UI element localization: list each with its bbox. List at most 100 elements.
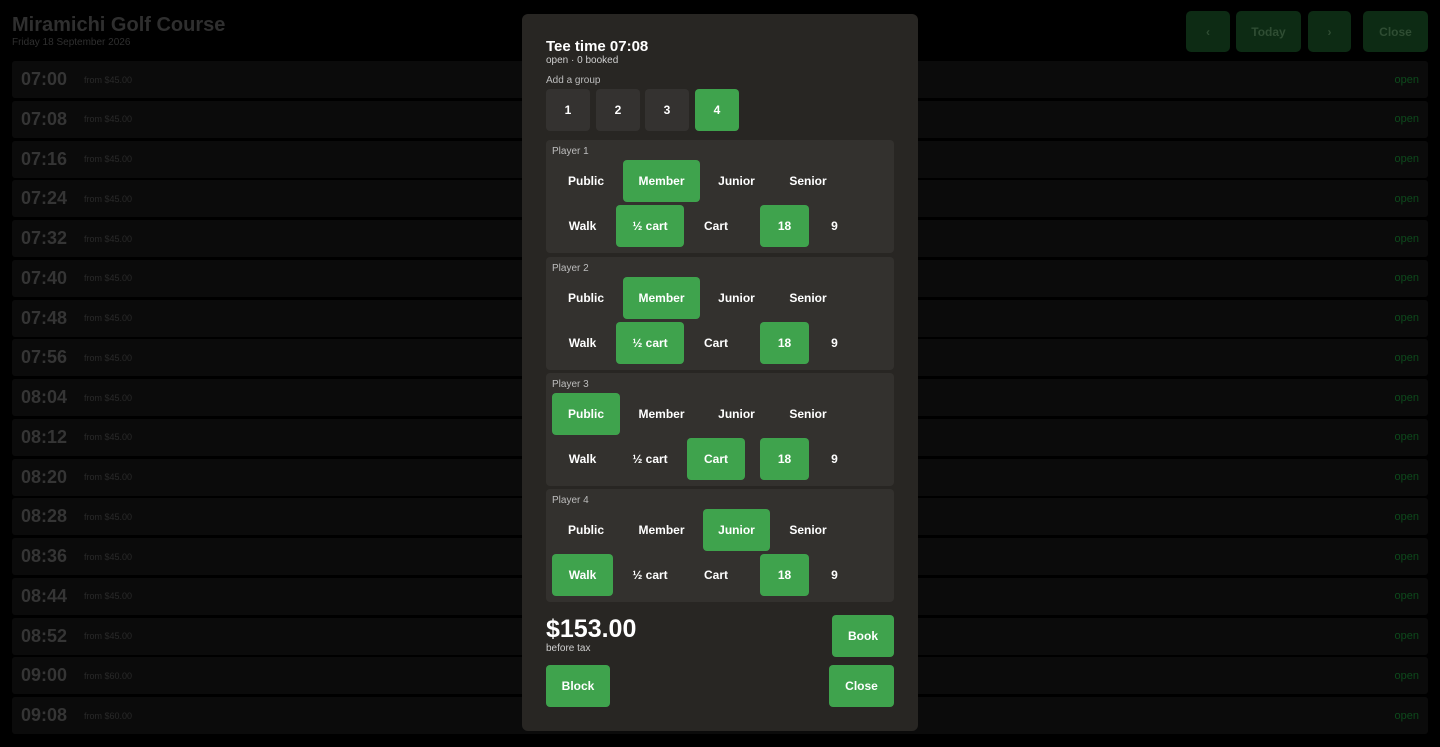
transport-walk-button[interactable]: Walk <box>552 438 613 480</box>
tee-time-price: from $45.00 <box>84 233 133 244</box>
total-note: before tax <box>546 643 591 654</box>
rate-public-button[interactable]: Public <box>552 509 620 551</box>
tee-time-status: open <box>1394 73 1419 86</box>
holes-18-button[interactable]: 18 <box>760 322 809 364</box>
rate-member-button[interactable]: Member <box>623 393 700 435</box>
transport-cart-button[interactable]: Cart <box>687 322 745 364</box>
holes-9-button[interactable]: 9 <box>812 322 857 364</box>
tee-time-label: 07:48 <box>21 307 68 328</box>
prev-day-button[interactable]: ‹ <box>1186 11 1230 52</box>
rate-junior-button[interactable]: Junior <box>703 509 770 551</box>
transport-cart-button[interactable]: Cart <box>687 438 745 480</box>
tee-time-label: 07:40 <box>21 267 68 288</box>
transport-cart-button[interactable]: Cart <box>687 554 745 596</box>
player-card-4: Player 4 Public Member Junior Senior Walk ½ ca… <box>546 489 894 602</box>
tee-time-label: 07:16 <box>21 148 68 169</box>
tee-time-status: open <box>1394 391 1419 404</box>
transport-walk-button[interactable]: Walk <box>552 322 613 364</box>
group-size-2-button[interactable]: 2 <box>596 89 640 131</box>
tee-time-status: open <box>1394 351 1419 364</box>
transport-cart-button[interactable]: Cart <box>687 205 745 247</box>
tee-time-label: 08:52 <box>21 625 68 646</box>
tee-time-price: from $45.00 <box>84 313 133 323</box>
modal-title: Tee time 07:08 <box>546 38 649 55</box>
rate-senior-button[interactable]: Senior <box>773 160 843 202</box>
tee-time-price: from $45.00 <box>84 352 133 363</box>
holes-9-button[interactable]: 9 <box>812 438 857 480</box>
tee-time-status: open <box>1394 431 1419 444</box>
player-label: Player 3 <box>552 379 589 390</box>
rate-member-button[interactable]: Member <box>623 160 700 202</box>
transport-half-cart-button[interactable]: ½ cart <box>616 438 684 480</box>
rate-senior-button[interactable]: Senior <box>773 393 843 435</box>
tee-time-label: 09:00 <box>21 665 68 686</box>
group-size-3-button[interactable]: 3 <box>645 89 689 131</box>
tee-time-label: 09:08 <box>21 705 68 725</box>
course-date: Friday 18 September 2026 <box>12 37 131 48</box>
player-label: Player 2 <box>552 263 589 274</box>
tee-time-price: from $45.00 <box>84 154 133 164</box>
holes-18-button[interactable]: 18 <box>760 205 809 247</box>
transport-walk-button[interactable]: Walk <box>552 205 613 247</box>
player-card-3: Player 3 Public Member Junior Senior Walk ½ ca… <box>546 373 894 486</box>
tee-time-label: 07:24 <box>21 188 68 209</box>
tee-time-label: 08:04 <box>21 387 68 407</box>
add-group-label: Add a group <box>546 75 601 86</box>
close-sheet-button[interactable]: Close <box>1363 11 1428 52</box>
tee-time-modal: Tee time 07:08 open · 0 booked Add a gro… <box>522 14 918 731</box>
tee-time-price: from $45.00 <box>84 193 133 204</box>
close-modal-button[interactable]: Close <box>829 665 894 707</box>
tee-time-price: from $45.00 <box>84 74 133 85</box>
tee-time-price: from $45.00 <box>84 551 133 562</box>
holes-9-button[interactable]: 9 <box>812 554 857 596</box>
tee-time-price: from $45.00 <box>84 392 133 403</box>
transport-half-cart-button[interactable]: ½ cart <box>616 322 684 364</box>
tee-time-price: from $60.00 <box>84 670 133 681</box>
tee-time-price: from $45.00 <box>84 114 133 125</box>
tee-time-label: 07:08 <box>21 108 68 129</box>
tee-time-status: open <box>1394 510 1419 523</box>
transport-walk-button[interactable]: Walk <box>552 554 613 596</box>
tee-time-label: 07:00 <box>21 69 68 89</box>
tee-time-price: from $60.00 <box>84 710 133 721</box>
block-button[interactable]: Block <box>546 665 610 707</box>
tee-time-status: open <box>1394 272 1419 285</box>
tee-time-label: 08:20 <box>21 466 68 487</box>
tee-time-status: open <box>1394 669 1419 682</box>
tee-time-status: open <box>1394 312 1419 324</box>
holes-9-button[interactable]: 9 <box>812 205 857 247</box>
tee-time-price: from $45.00 <box>84 631 133 641</box>
rate-member-button[interactable]: Member <box>623 509 700 551</box>
rate-member-button[interactable]: Member <box>623 277 700 319</box>
tee-time-price: from $45.00 <box>84 273 133 284</box>
tee-time-status: open <box>1394 550 1419 563</box>
player-label: Player 4 <box>552 495 589 506</box>
tee-time-status: open <box>1394 113 1419 126</box>
group-size-1-button[interactable]: 1 <box>546 89 590 131</box>
tee-time-label: 07:32 <box>21 228 68 248</box>
rate-public-button[interactable]: Public <box>552 160 620 202</box>
today-button[interactable]: Today <box>1236 11 1301 52</box>
rate-junior-button[interactable]: Junior <box>703 277 770 319</box>
next-day-button[interactable]: › <box>1308 11 1351 52</box>
book-button[interactable]: Book <box>832 615 894 657</box>
rate-junior-button[interactable]: Junior <box>703 160 770 202</box>
tee-time-status: open <box>1394 590 1419 603</box>
rate-senior-button[interactable]: Senior <box>773 509 843 551</box>
player-card-2: Player 2 Public Member Junior Senior Walk ½ ca… <box>546 257 894 370</box>
group-size-4-button[interactable]: 4 <box>695 89 739 131</box>
tee-time-status: open <box>1394 709 1419 722</box>
tee-time-price: from $45.00 <box>84 511 133 522</box>
transport-half-cart-button[interactable]: ½ cart <box>616 554 684 596</box>
rate-senior-button[interactable]: Senior <box>773 277 843 319</box>
rate-public-button[interactable]: Public <box>552 277 620 319</box>
rate-junior-button[interactable]: Junior <box>703 393 770 435</box>
holes-18-button[interactable]: 18 <box>760 438 809 480</box>
rate-public-button[interactable]: Public <box>552 393 620 435</box>
tee-time-price: from $45.00 <box>84 432 133 443</box>
tee-time-status: open <box>1394 630 1419 642</box>
transport-half-cart-button[interactable]: ½ cart <box>616 205 684 247</box>
tee-time-status: open <box>1394 192 1419 205</box>
total-price: $153.00 <box>546 615 637 643</box>
holes-18-button[interactable]: 18 <box>760 554 809 596</box>
